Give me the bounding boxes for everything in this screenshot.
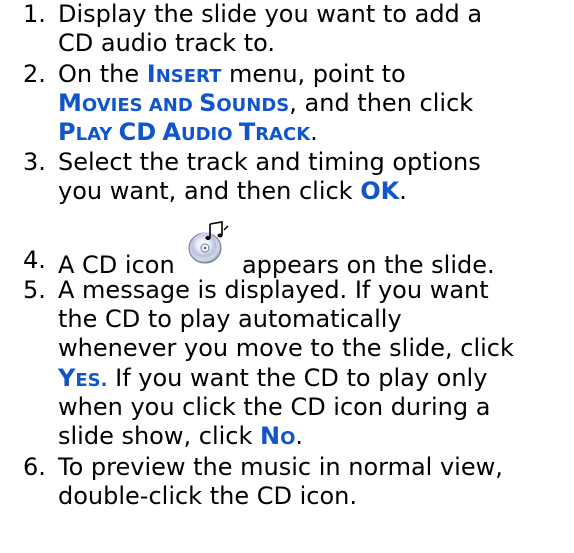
text-fragment: . <box>310 118 318 146</box>
text-fragment: If you want the CD to play only <box>107 364 488 392</box>
step-text: when you click the CD icon during a <box>58 393 491 421</box>
keyword-rest: UDIO <box>180 124 239 145</box>
keyword-initial: P <box>58 118 76 146</box>
step-text: the CD to play automatically <box>58 305 402 333</box>
step-text: To preview the music in normal view, <box>58 453 503 481</box>
no-keyword: NO <box>260 422 295 450</box>
text-fragment: appears on the slide. <box>241 251 495 279</box>
ok-keyword: OK <box>360 177 400 205</box>
step-text: you want, and then click OK. <box>58 177 407 206</box>
step-number: 5. <box>23 276 46 304</box>
keyword-rest: NSERT <box>155 66 222 87</box>
keyword-initial: Y <box>58 364 76 392</box>
step-number: 4. <box>23 246 46 274</box>
step-number: 1. <box>23 0 46 28</box>
keyword-rest: OUNDS <box>216 95 290 116</box>
step-number: 2. <box>23 60 46 88</box>
text-fragment: menu, point to <box>221 60 406 88</box>
step-text: double-click the CD icon. <box>58 482 357 510</box>
text-fragment: On the <box>58 60 147 88</box>
step-number: 3. <box>23 148 46 176</box>
keyword-rest: OVIES AND <box>81 95 200 116</box>
instruction-steps: 1. Display the slide you want to add a C… <box>0 0 574 553</box>
keyword-rest: ES. <box>75 370 108 391</box>
text-fragment: . <box>399 177 407 205</box>
keyword-rest: O <box>280 428 296 449</box>
step-text: slide show, click NO. <box>58 422 303 453</box>
step-text: CD audio track to. <box>58 29 276 57</box>
yes-keyword: YES. <box>58 364 108 392</box>
cd-music-icon <box>184 221 232 275</box>
text-fragment: , and then click <box>289 89 474 117</box>
step-text: A message is displayed. If you want <box>58 276 489 304</box>
menu-play-cd-audio-track-keyword: PLAY CD AUDIO TRACK <box>58 118 310 146</box>
step-number: 6. <box>23 453 46 481</box>
text-fragment: A CD icon <box>58 251 175 279</box>
step-text: Display the slide you want to add a <box>58 0 483 28</box>
step-text: MOVIES AND SOUNDS, and then click <box>58 89 473 120</box>
step-text: A CD icon appears on the slide. <box>58 221 495 280</box>
step-text: PLAY CD AUDIO TRACK. <box>58 118 318 149</box>
keyword-rest: RACK <box>255 124 311 145</box>
step-text: YES. If you want the CD to play only <box>58 364 487 395</box>
keyword-initial: S <box>199 89 217 117</box>
keyword-rest: LAY <box>75 124 119 145</box>
text-fragment: slide show, click <box>58 422 261 450</box>
text-fragment: . <box>295 422 304 450</box>
menu-insert-keyword: INSERT <box>147 60 222 88</box>
step-text: Select the track and timing options <box>58 148 481 176</box>
keyword-initial: CD <box>118 118 157 146</box>
text-fragment: you want, and then click <box>58 177 361 205</box>
keyword-initial: I <box>146 60 156 88</box>
step-text: whenever you move to the slide, click <box>58 334 514 362</box>
keyword-initial: N <box>260 422 281 450</box>
keyword-initial: M <box>58 89 82 117</box>
keyword-initial: A <box>162 118 181 146</box>
menu-movies-and-sounds-keyword: MOVIES AND SOUNDS <box>58 89 289 117</box>
step-text: On the INSERT menu, point to <box>58 60 406 91</box>
keyword-initial: T <box>238 118 256 146</box>
